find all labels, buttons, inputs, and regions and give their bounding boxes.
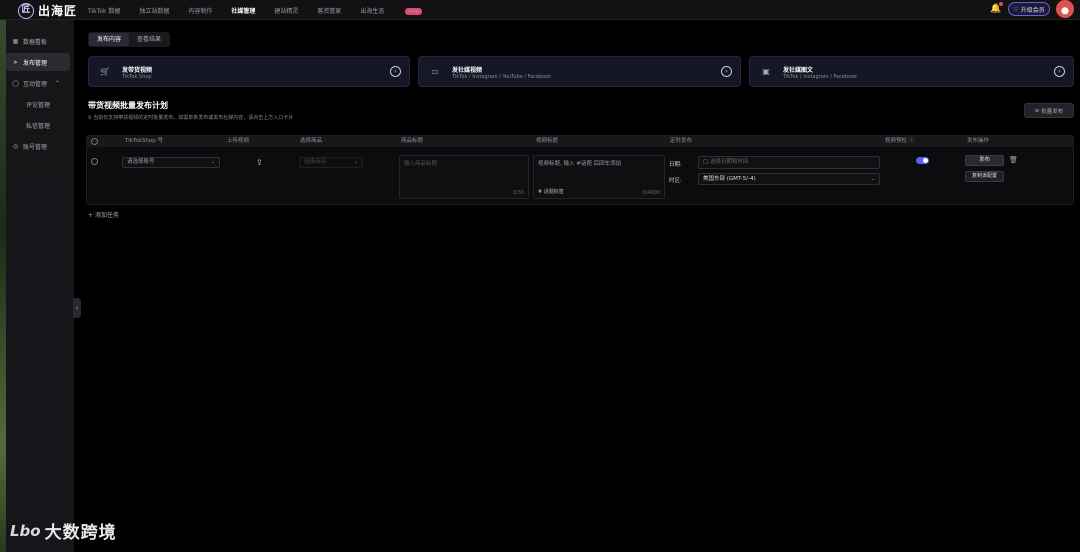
upload-icon[interactable]: ⇪ xyxy=(256,158,263,167)
bell-icon[interactable]: 🔔 xyxy=(990,4,1001,15)
timezone-select[interactable]: 美国东部 (GMT-5/-4) ⌄ xyxy=(698,173,880,185)
topic-tag-button[interactable]: # 话题标签 xyxy=(538,188,564,195)
main-content: 发布内容 查看结果 🛒 发带货视频 TikTok Shop › ▭ 发社媒视频 … xyxy=(86,20,1080,552)
sidebar-item-dashboard[interactable]: ▦ 数据看板 xyxy=(6,32,70,50)
diamond-icon: ♡ xyxy=(1013,5,1019,13)
trash-icon[interactable]: 🗑 xyxy=(1009,156,1018,164)
app-logo[interactable]: 匠 出海匠 xyxy=(18,2,77,19)
sidebar-collapse-button[interactable]: ‹ xyxy=(73,298,81,318)
notification-dot xyxy=(999,2,1003,6)
copy-config-button[interactable]: 复制该配置 xyxy=(965,171,1004,182)
select-all-checkbox[interactable] xyxy=(91,138,98,145)
table-header: TikTokShop 号 上传视频 选择商品 商品标题 视频标题 定时发布 视频… xyxy=(87,136,1073,147)
send-icon: ➤ xyxy=(12,58,19,66)
top-nav: TikTok 数据 独立站数据 内容制作 社媒管理 建站精灵 客资管家 出海生态… xyxy=(88,0,460,20)
sidebar-item-accounts[interactable]: ◎ 账号管理 xyxy=(6,137,70,155)
account-icon: ◎ xyxy=(12,142,19,150)
arrow-right-icon: › xyxy=(1054,66,1065,77)
dashboard-icon: ▦ xyxy=(12,37,19,45)
precheck-toggle[interactable] xyxy=(916,157,929,164)
card-social-video[interactable]: ▭ 发社媒视频 TikTok / Instagram / YouTube / F… xyxy=(418,56,741,87)
arrow-right-icon: › xyxy=(390,66,401,77)
publish-table: TikTokShop 号 上传视频 选择商品 商品标题 视频标题 定时发布 视频… xyxy=(86,135,1074,205)
logo-text: 出海匠 xyxy=(38,4,78,18)
chevron-left-icon: ‹ xyxy=(75,304,79,312)
upgrade-button[interactable]: ♡ 升级会员 xyxy=(1008,2,1050,16)
product-title-input[interactable]: 输入商品标题 0/30 xyxy=(399,155,529,199)
nav-item-store-data[interactable]: 独立站数据 xyxy=(139,6,169,15)
nav-item-site-builder[interactable]: 建站精灵 xyxy=(274,6,298,15)
watermark-logo: Lbo xyxy=(10,521,41,540)
nav-item-crm[interactable]: 客资管家 xyxy=(317,6,341,15)
chevron-up-icon: ⌃ xyxy=(55,79,61,87)
sidebar-item-comments[interactable]: 评论管理 xyxy=(6,95,70,113)
chevron-down-icon: ⌄ xyxy=(870,176,875,182)
layers-icon: ≡ xyxy=(1034,107,1040,114)
tab-bar: 发布内容 查看结果 xyxy=(88,32,171,47)
tab-publish-content[interactable]: 发布内容 xyxy=(89,33,130,46)
chevron-down-icon: ⌄ xyxy=(353,159,358,165)
card-social-image[interactable]: ▣ 发社媒图文 TikTok / Instagram / Facebook › xyxy=(749,56,1074,87)
nav-item-content[interactable]: 内容制作 xyxy=(188,6,212,15)
nav-item-tiktok-data[interactable]: TikTok 数据 xyxy=(88,6,120,15)
calendar-icon: ▢ xyxy=(703,159,710,165)
row-checkbox[interactable] xyxy=(91,158,98,165)
card-commerce-video[interactable]: 🛒 发带货视频 TikTok Shop › xyxy=(88,56,410,87)
video-title-input[interactable]: 视频标题, 输入 #话题 后回车添加 # 话题标签 0/4000 xyxy=(533,155,665,199)
sidebar-menu: ▦ 数据看板 ➤ 发布管理 ◯ 互动管理 ⌃ 评论管理 私信管理 ◎ 账号管理 xyxy=(6,32,70,158)
avatar[interactable] xyxy=(1056,0,1074,18)
schedule-date-input[interactable]: ▢ 选择日期和时间 xyxy=(698,156,880,169)
sidebar-item-interaction[interactable]: ◯ 互动管理 ⌃ xyxy=(6,74,70,92)
sidebar-item-publish[interactable]: ➤ 发布管理 xyxy=(6,53,70,71)
sidebar-item-messages[interactable]: 私信管理 xyxy=(6,116,70,134)
tab-view-results[interactable]: 查看结果 xyxy=(129,33,169,46)
account-select[interactable]: 请选择账号 ⌄ xyxy=(122,157,220,168)
section-title: 带货视频批量发布计划 xyxy=(88,101,168,110)
product-select[interactable]: 选择商品 ⌄ xyxy=(299,157,363,168)
nav-item-ecosystem[interactable]: 出海生态 new xyxy=(360,6,440,15)
add-task-button[interactable]: + 添加任务 xyxy=(88,210,119,219)
batch-publish-button[interactable]: ≡ 批量发布 xyxy=(1024,103,1074,118)
chat-icon: ◯ xyxy=(12,79,19,87)
logo-mark-icon: 匠 xyxy=(18,2,34,19)
cart-icon: 🛒 xyxy=(100,67,110,76)
plus-icon: + xyxy=(88,212,95,219)
nav-item-social[interactable]: 社媒管理 xyxy=(231,6,255,15)
arrow-right-icon: › xyxy=(721,66,732,77)
section-tip: ♀ 当前仅支持带货视频的定时批量发布。如需单条发布或发布社媒内容，请点击上方入口… xyxy=(88,115,294,121)
top-bar: 匠 出海匠 TikTok 数据 独立站数据 内容制作 社媒管理 建站精灵 客资管… xyxy=(0,0,1080,20)
video-icon: ▭ xyxy=(431,67,439,76)
info-icon: ⓘ xyxy=(908,138,915,144)
publish-button[interactable]: 发布 xyxy=(965,155,1004,166)
new-badge: new xyxy=(405,7,422,15)
chevron-down-icon: ⌄ xyxy=(210,159,215,165)
image-icon: ▣ xyxy=(762,67,770,76)
